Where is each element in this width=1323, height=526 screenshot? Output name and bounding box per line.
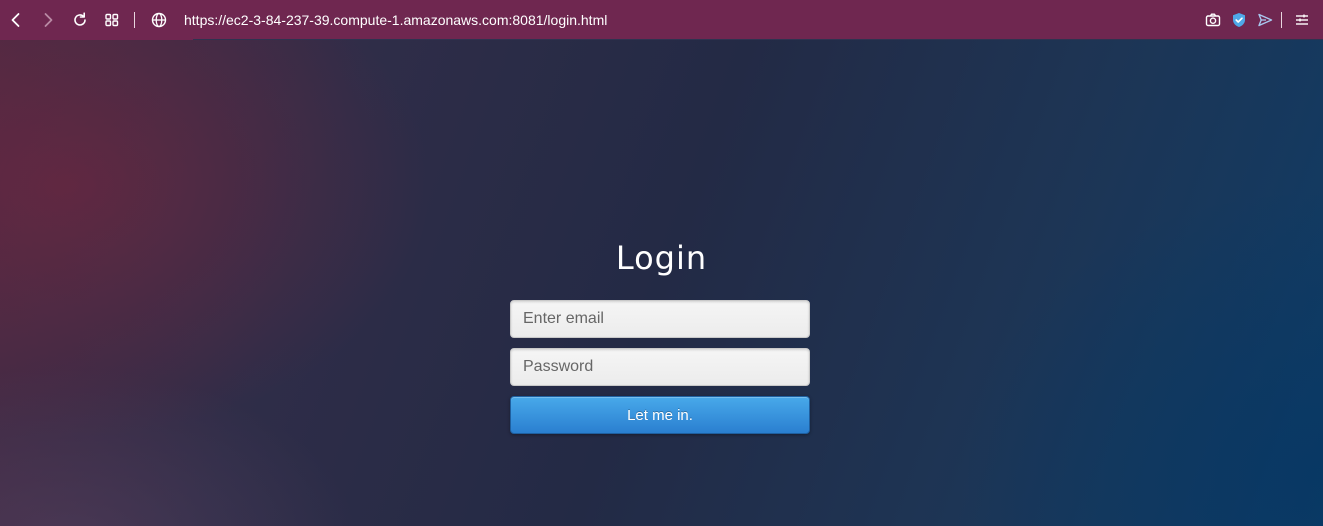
send-icon[interactable] xyxy=(1255,10,1275,30)
tab-grid-icon[interactable] xyxy=(102,10,122,30)
toolbar-divider xyxy=(134,12,135,28)
toolbar-divider xyxy=(1281,12,1282,28)
login-button[interactable]: Let me in. xyxy=(510,396,810,434)
back-arrow-icon[interactable] xyxy=(6,10,26,30)
globe-icon[interactable] xyxy=(149,10,169,30)
login-title: Login xyxy=(615,239,708,277)
forward-arrow-icon[interactable] xyxy=(38,10,58,30)
email-field[interactable] xyxy=(510,300,810,338)
menu-icon[interactable] xyxy=(1292,10,1312,30)
address-bar-url[interactable]: https://ec2-3-84-237-39.compute-1.amazon… xyxy=(184,11,607,29)
password-field[interactable] xyxy=(510,348,810,386)
camera-icon[interactable] xyxy=(1203,10,1223,30)
page-background xyxy=(0,40,1323,526)
shield-check-icon[interactable] xyxy=(1229,10,1249,30)
browser-toolbar: https://ec2-3-84-237-39.compute-1.amazon… xyxy=(0,0,1323,40)
reload-icon[interactable] xyxy=(70,10,90,30)
